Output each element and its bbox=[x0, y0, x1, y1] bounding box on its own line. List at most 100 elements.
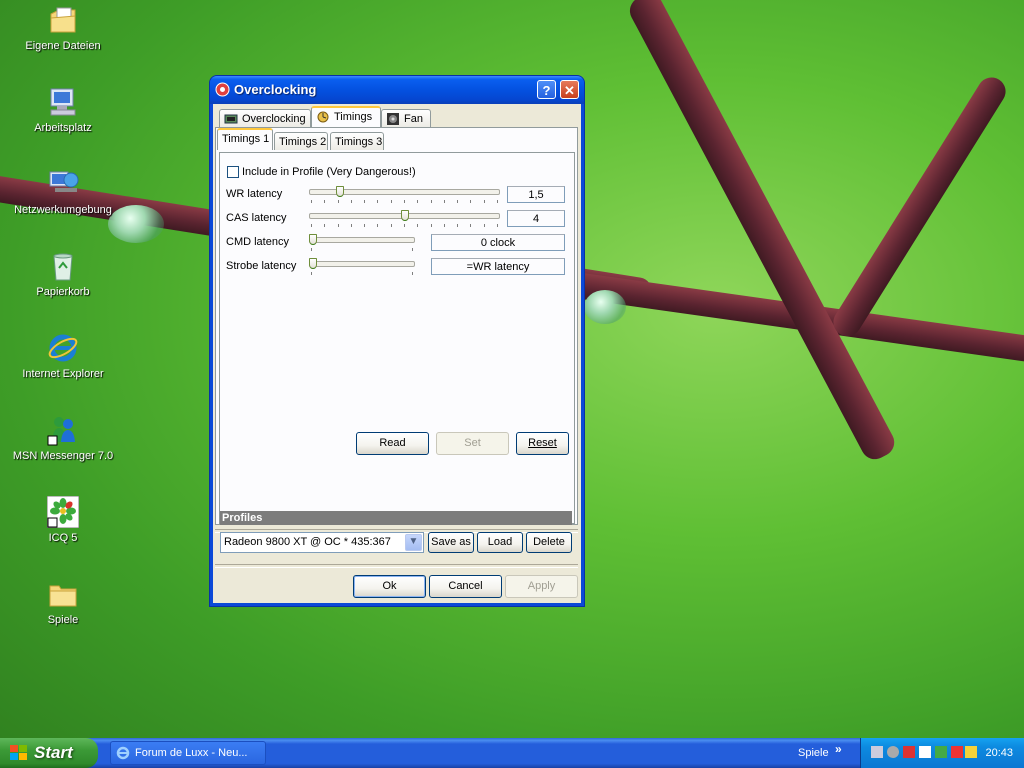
tab-label: Overclocking bbox=[242, 113, 306, 125]
internet-explorer-icon bbox=[47, 332, 79, 364]
taskbar: Start Forum de Luxx - Neu... Spiele » 20… bbox=[0, 738, 1024, 768]
clock[interactable]: 20:43 bbox=[985, 738, 1013, 768]
slider-tick bbox=[324, 224, 325, 227]
antivirus-tray-icon[interactable] bbox=[903, 746, 915, 758]
strobe-latency-value: =WR latency bbox=[431, 258, 565, 275]
window-client: Overclocking Timings Fan Timings 1 Timin… bbox=[213, 104, 581, 603]
profile-select[interactable]: Radeon 9800 XT @ OC * 435:367 ▼ bbox=[220, 532, 424, 553]
desktop-icon-spiele[interactable]: Spiele bbox=[8, 578, 118, 626]
app-tray-icon[interactable] bbox=[935, 746, 947, 758]
chevron-down-icon[interactable]: ▼ bbox=[405, 534, 422, 551]
slider-tick bbox=[444, 200, 445, 203]
apply-button[interactable]: Apply bbox=[505, 575, 578, 598]
slider-track bbox=[309, 261, 415, 267]
help-button[interactable]: ? bbox=[537, 80, 556, 99]
slider-tick bbox=[351, 200, 352, 203]
desktop-icon-label: Arbeitsplatz bbox=[34, 122, 92, 134]
timings-icon bbox=[317, 111, 329, 123]
read-button[interactable]: Read bbox=[356, 432, 429, 455]
profiles-header: Profiles bbox=[220, 511, 572, 525]
tab-label: Timings bbox=[334, 111, 373, 123]
tab-overclocking[interactable]: Overclocking bbox=[219, 109, 311, 127]
slider-track bbox=[309, 237, 415, 243]
slider-tick bbox=[404, 200, 405, 203]
slider-tick bbox=[470, 224, 471, 227]
slider-thumb[interactable] bbox=[401, 210, 409, 221]
network-tray-icon[interactable] bbox=[871, 746, 883, 758]
load-button[interactable]: Load bbox=[477, 532, 523, 553]
slider-thumb[interactable] bbox=[309, 234, 317, 245]
slider-tick bbox=[311, 248, 312, 251]
desktop-icon-papierkorb[interactable]: Papierkorb bbox=[8, 250, 118, 298]
subtab-timings-2[interactable]: Timings 2 bbox=[274, 132, 328, 150]
slider-tick bbox=[431, 224, 432, 227]
tab-fan[interactable]: Fan bbox=[381, 109, 431, 127]
slider-tick bbox=[412, 248, 413, 251]
desktop-icon-msn-messenger[interactable]: MSN Messenger 7.0 bbox=[8, 414, 118, 462]
desktop-icon-label: Netzwerkumgebung bbox=[14, 204, 112, 216]
desktop-icon-label: ICQ 5 bbox=[48, 532, 78, 544]
window-titlebar[interactable]: Overclocking ? ✕ bbox=[210, 76, 584, 104]
subtab-timings-1[interactable]: Timings 1 bbox=[217, 128, 273, 150]
save-as-button[interactable]: Save as bbox=[428, 532, 474, 553]
slider-tick bbox=[311, 200, 312, 203]
delete-button[interactable]: Delete bbox=[526, 532, 572, 553]
folder-documents-icon bbox=[47, 4, 79, 36]
desktop-icon-eigene-dateien[interactable]: Eigene Dateien bbox=[8, 4, 118, 52]
app-tray-icon[interactable] bbox=[919, 746, 931, 758]
recycle-bin-icon bbox=[47, 250, 79, 282]
slider-tick bbox=[404, 224, 405, 227]
start-button[interactable]: Start bbox=[0, 738, 98, 768]
desktop-icon-arbeitsplatz[interactable]: Arbeitsplatz bbox=[8, 86, 118, 134]
cmd-latency-value: 0 clock bbox=[431, 234, 565, 251]
app-tray-icon[interactable] bbox=[965, 746, 977, 758]
set-button[interactable]: Set bbox=[436, 432, 509, 455]
slider-tick bbox=[391, 200, 392, 203]
reset-button[interactable]: Reset bbox=[516, 432, 569, 455]
include-profile-label: Include in Profile (Very Dangerous!) bbox=[242, 166, 416, 178]
fan-icon bbox=[387, 113, 399, 126]
slider-ticks bbox=[311, 248, 413, 252]
app-tray-icon[interactable] bbox=[951, 746, 963, 758]
slider-tick bbox=[431, 200, 432, 203]
internet-explorer-icon bbox=[116, 746, 130, 760]
wr-latency-label: WR latency bbox=[226, 188, 283, 200]
computer-icon bbox=[47, 86, 79, 118]
close-button[interactable]: ✕ bbox=[560, 80, 579, 99]
taskbar-item-forum[interactable]: Forum de Luxx - Neu... bbox=[110, 741, 266, 765]
slider-tick bbox=[377, 200, 378, 203]
subtab-label: Timings 2 bbox=[279, 136, 327, 148]
windows-logo-icon bbox=[10, 745, 27, 760]
ok-button[interactable]: Ok bbox=[353, 575, 426, 598]
slider-ticks bbox=[311, 272, 413, 276]
slider-tick bbox=[457, 224, 458, 227]
cmd-latency-slider[interactable] bbox=[309, 234, 415, 256]
tab-timings[interactable]: Timings bbox=[311, 106, 381, 128]
slider-thumb[interactable] bbox=[309, 258, 317, 269]
include-profile-checkbox[interactable] bbox=[227, 166, 239, 178]
slider-thumb[interactable] bbox=[336, 186, 344, 197]
slider-tick bbox=[377, 224, 378, 227]
desktop-icon-internet-explorer[interactable]: Internet Explorer bbox=[8, 332, 118, 380]
slider-ticks bbox=[311, 224, 498, 228]
desktop-icon-netzwerkumgebung[interactable]: Netzwerkumgebung bbox=[8, 168, 118, 216]
app-icon bbox=[215, 82, 230, 97]
slider-tick bbox=[391, 224, 392, 227]
toolbar-chevron[interactable]: » bbox=[835, 742, 842, 756]
slider-tick bbox=[417, 200, 418, 203]
subtab-label: Timings 1 bbox=[222, 133, 270, 145]
subtab-timings-3[interactable]: Timings 3 bbox=[330, 132, 384, 150]
cas-latency-slider[interactable] bbox=[309, 210, 500, 232]
slider-tick bbox=[311, 272, 312, 275]
strobe-latency-slider[interactable] bbox=[309, 258, 415, 280]
timings-1-panel: Include in Profile (Very Dangerous!) WR … bbox=[219, 152, 575, 524]
cas-latency-value: 4 bbox=[507, 210, 565, 227]
wr-latency-slider[interactable] bbox=[309, 186, 500, 208]
slider-ticks bbox=[311, 200, 498, 204]
tab-label: Fan bbox=[404, 113, 423, 125]
desktop-icon-icq[interactable]: ICQ 5 bbox=[8, 495, 118, 544]
volume-tray-icon[interactable] bbox=[887, 746, 899, 758]
start-label: Start bbox=[34, 743, 73, 762]
quicklaunch-spiele[interactable]: Spiele bbox=[798, 738, 829, 768]
cancel-button[interactable]: Cancel bbox=[429, 575, 502, 598]
